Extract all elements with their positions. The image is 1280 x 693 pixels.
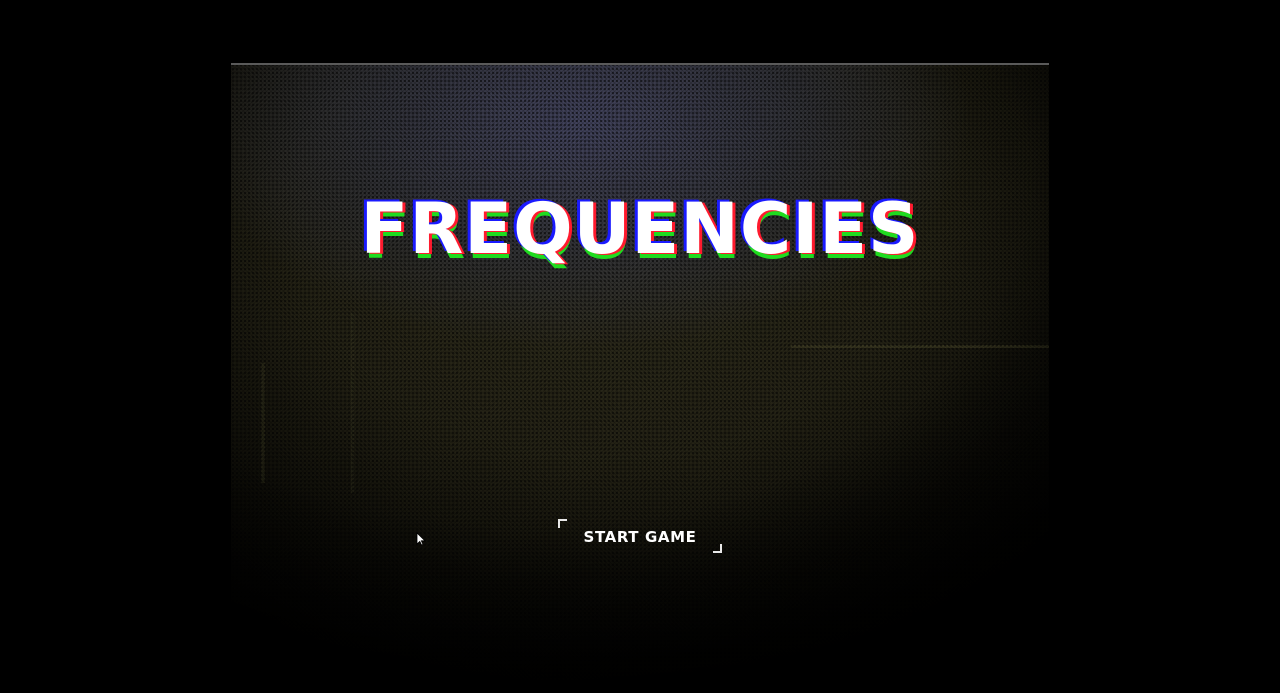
mouse-pointer-icon [416,532,426,546]
game-canvas[interactable]: FREQUENCIES START GAME [231,63,1049,693]
canvas-top-border [231,63,1049,65]
vignette-overlay [231,63,1049,693]
game-title: FREQUENCIES [360,188,920,270]
start-game-label: START GAME [583,528,697,546]
start-game-button[interactable]: START GAME [558,519,722,553]
bracket-top-left-icon [558,519,567,528]
game-viewport: FREQUENCIES START GAME [0,0,1280,693]
